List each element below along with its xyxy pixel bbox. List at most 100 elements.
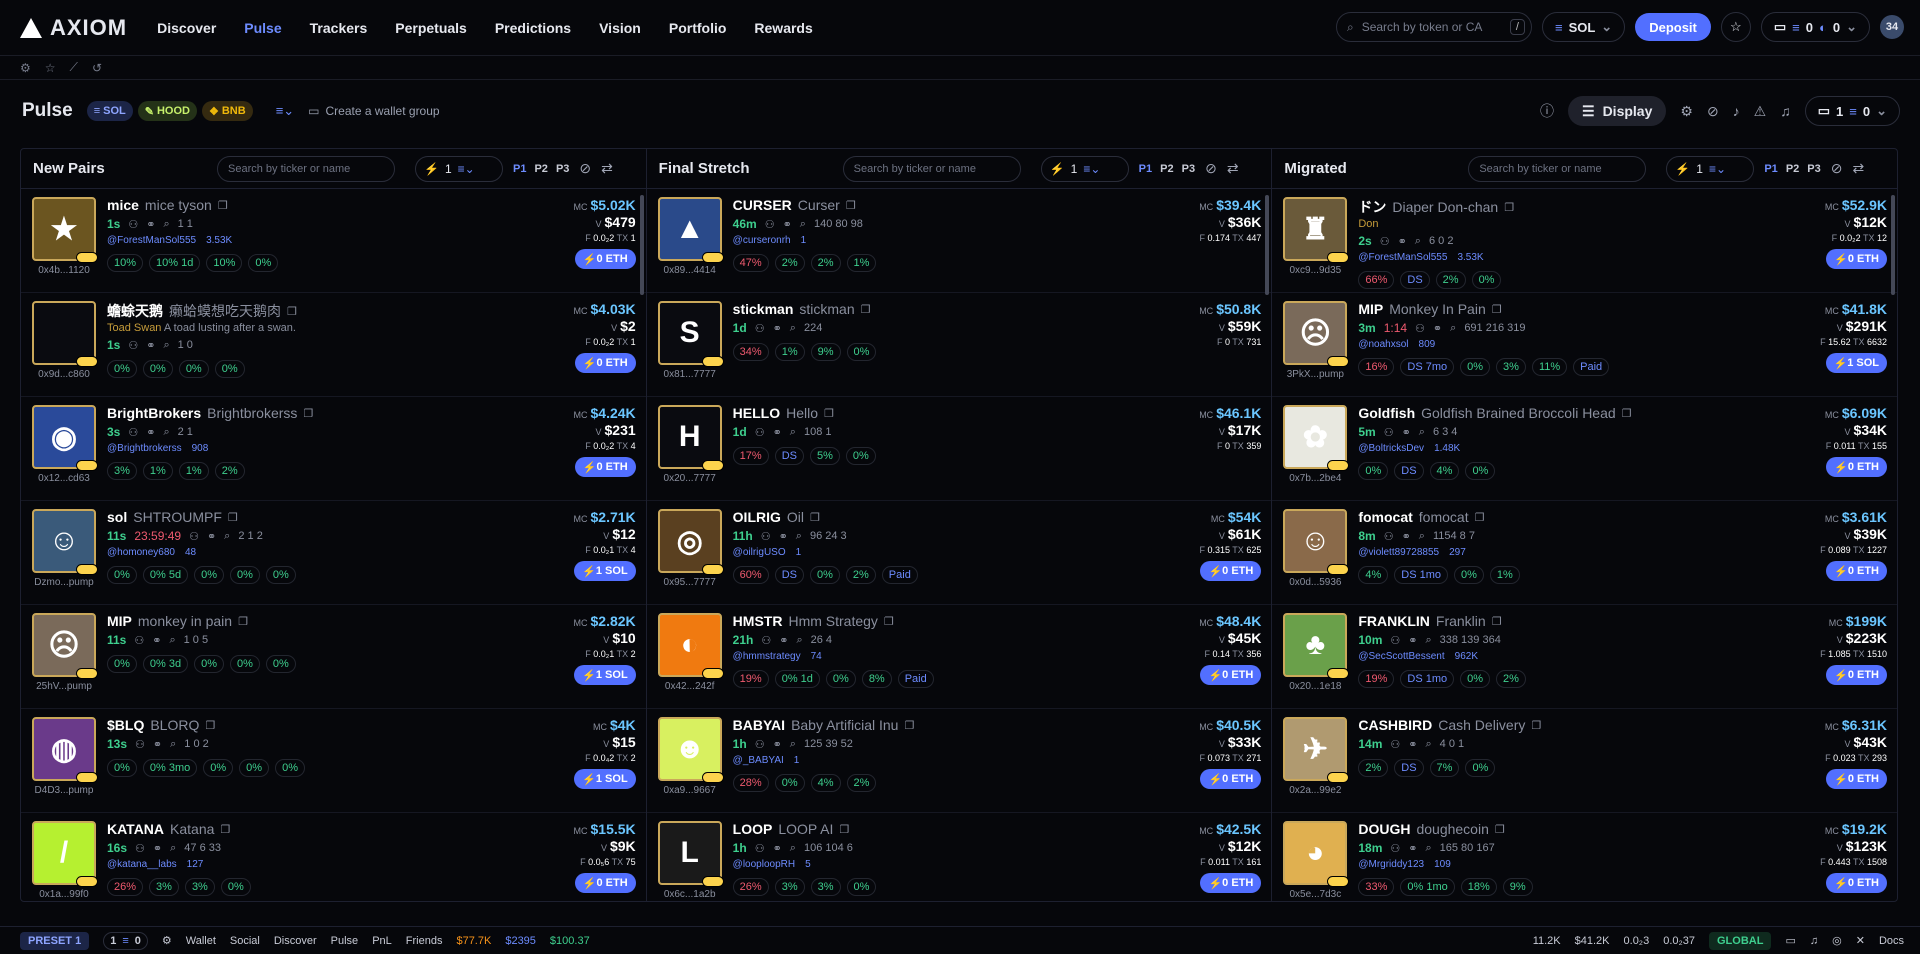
token-image[interactable]: ★ xyxy=(32,197,98,263)
search-icon[interactable]: ⌕ xyxy=(170,842,176,855)
quick-buy-button[interactable]: ⚡ 1 SOL xyxy=(574,561,636,581)
people-icon[interactable]: ⚇ xyxy=(1384,426,1394,439)
quick-buy-button[interactable]: ⚡ 1 SOL xyxy=(1825,353,1888,373)
token-row[interactable]: ◐ 0x42...242f HMSTR Hmm Strategy ❐ 21h ⚇ ⚭ ⌕ 26 4… xyxy=(646,605,1272,709)
quick-buy-button[interactable]: ⚡ 0 ETH xyxy=(574,353,636,373)
token-address[interactable]: 25hV...pump xyxy=(36,681,92,692)
hide-icon[interactable]: ⊘ xyxy=(1205,160,1217,177)
people-icon[interactable]: ⚇ xyxy=(128,218,138,231)
link-icon[interactable]: ⚭ xyxy=(1408,634,1417,647)
settings-icon[interactable]: ⚙ xyxy=(20,61,31,75)
nav-discover[interactable]: Discover xyxy=(157,20,216,36)
token-row[interactable]: ◍ D4D3...pump $BLQ BLORQ ❐ 13s ⚇ ⚭ ⌕ 1 0 2 0% 0% 3m… xyxy=(21,709,646,813)
nav-rewards[interactable]: Rewards xyxy=(754,20,812,36)
search-icon[interactable]: ⌕ xyxy=(170,738,176,751)
token-image[interactable]: ▲ xyxy=(657,197,724,263)
token-row[interactable]: ★ 0x4b...1120 mice mice tyson ❐ 1s ⚇ ⚭ ⌕ 1 1 @Fore… xyxy=(21,189,646,293)
copy-icon[interactable]: ❐ xyxy=(1492,303,1502,316)
list-menu-icon[interactable]: ≡⌄ xyxy=(276,103,294,119)
quick-buy-button[interactable]: ⚡ 0 ETH xyxy=(1826,457,1888,477)
token-image[interactable]: ◍ xyxy=(32,717,98,783)
copy-icon[interactable]: ❐ xyxy=(861,303,871,316)
link-icon[interactable]: ⚭ xyxy=(779,634,788,647)
quick-buy-button[interactable]: ⚡ 1 SOL xyxy=(574,769,636,789)
quick-buy-amount[interactable]: ⚡ 1 ≡⌄ xyxy=(1666,155,1755,182)
people-icon[interactable]: ⚇ xyxy=(1380,235,1390,248)
quick-buy-button[interactable]: ⚡ 0 ETH xyxy=(1200,665,1262,685)
dev-handle[interactable]: @Brightbrokerss xyxy=(107,443,182,454)
token-image[interactable]: ✈ xyxy=(1283,717,1350,783)
footer-pnl[interactable]: PnL xyxy=(372,935,392,947)
chart-icon[interactable]: ⟋ xyxy=(70,60,78,75)
token-address[interactable]: 0x89...4414 xyxy=(664,265,716,276)
nav-portfolio[interactable]: Portfolio xyxy=(669,20,727,36)
hide-icon[interactable]: ⊘ xyxy=(579,160,591,177)
dev-handle[interactable]: @violett89728855 xyxy=(1358,547,1439,558)
copy-icon[interactable]: ❐ xyxy=(1622,407,1632,420)
search-icon[interactable]: ⌕ xyxy=(1415,235,1421,248)
dev-handle[interactable]: @ForestManSol555 xyxy=(107,235,196,246)
copy-icon[interactable]: ❐ xyxy=(1531,719,1541,732)
search-icon[interactable]: ⌕ xyxy=(224,530,230,543)
token-image[interactable]: ◉ xyxy=(32,405,98,471)
wallet-select[interactable]: ▭ 1 ≡ 0 ⌄ xyxy=(1804,96,1900,126)
nav-vision[interactable]: Vision xyxy=(599,20,641,36)
preset-tab-p3[interactable]: P3 xyxy=(1807,163,1820,175)
search-icon[interactable]: ⌕ xyxy=(790,322,796,335)
token-row[interactable]: ☺ 0x0d...5936 fomocat fomocat ❐ 8m ⚇ ⚭ ⌕ 1154 8 7… xyxy=(1272,501,1898,605)
axiom-logo[interactable]: AXIOM xyxy=(20,15,127,41)
token-image[interactable]: ♜ xyxy=(1283,197,1350,263)
nav-trackers[interactable]: Trackers xyxy=(310,20,368,36)
copy-icon[interactable]: ❐ xyxy=(218,199,228,212)
link-icon[interactable]: ⚭ xyxy=(1398,235,1407,248)
quick-buy-button[interactable]: ⚡ 0 ETH xyxy=(1826,873,1888,893)
search-icon[interactable]: ⌕ xyxy=(1425,634,1431,647)
quick-buy-button[interactable]: ⚡ 0 ETH xyxy=(1200,769,1262,789)
nav-perpetuals[interactable]: Perpetuals xyxy=(395,20,467,36)
copy-icon[interactable]: ❐ xyxy=(228,511,238,524)
display-button[interactable]: ☰ Display xyxy=(1568,96,1667,126)
search-icon[interactable]: ⌕ xyxy=(169,634,175,647)
copy-icon[interactable]: ❐ xyxy=(824,407,834,420)
quick-buy-button[interactable]: ⚡ 0 ETH xyxy=(1826,769,1888,789)
link-icon[interactable]: ⚭ xyxy=(1433,322,1442,335)
layout-icon[interactable]: ▭ xyxy=(1785,934,1795,947)
link-icon[interactable]: ⚭ xyxy=(779,530,788,543)
preset-tab-p2[interactable]: P2 xyxy=(1160,163,1173,175)
people-icon[interactable]: ⚇ xyxy=(135,738,145,751)
token-image[interactable]: ☹ xyxy=(32,613,98,679)
x-icon[interactable]: ✕ xyxy=(1856,934,1865,947)
token-address[interactable]: 0x6c...1a2b xyxy=(664,889,716,900)
token-address[interactable]: 0x20...1e18 xyxy=(1289,681,1341,692)
people-icon[interactable]: ⚇ xyxy=(755,738,765,751)
quick-buy-button[interactable]: ⚡ 0 ETH xyxy=(1826,249,1888,269)
people-icon[interactable]: ⚇ xyxy=(1390,842,1400,855)
settings-icon[interactable]: ⚙ xyxy=(1680,103,1693,120)
token-row[interactable]: ☺ Dzmo...pump sol SHTROUMPF ❐ 11s 23:59:49 ⚇ ⚭ ⌕ 2… xyxy=(21,501,646,605)
token-image[interactable]: ☺ xyxy=(32,509,98,575)
preset-tab-p2[interactable]: P2 xyxy=(534,163,547,175)
bell-icon[interactable]: ♫ xyxy=(1780,103,1791,119)
quick-buy-button[interactable]: ⚡ 0 ETH xyxy=(574,249,636,269)
token-row[interactable]: ☻ 0xa9...9667 BABYAI Baby Artificial Inu ❐ 1h… xyxy=(646,709,1272,813)
search-icon[interactable]: ⌕ xyxy=(1419,530,1425,543)
settings-icon[interactable]: ⚙ xyxy=(162,934,172,947)
dev-handle[interactable]: @noahxsol xyxy=(1358,339,1408,350)
token-image[interactable]: ☹ xyxy=(1283,301,1350,367)
token-row[interactable]: ♜ 0xc9...9d35 ドン Diaper Don-chan ❐ Don 2s ⚇ ⚭ ⌕ 6 … xyxy=(1272,189,1898,293)
dev-handle[interactable]: @SecScottBessent xyxy=(1358,651,1444,662)
quick-buy-button[interactable]: ⚡ 0 ETH xyxy=(1826,561,1888,581)
people-icon[interactable]: ⚇ xyxy=(134,634,144,647)
token-image[interactable]: ☻ xyxy=(657,717,724,783)
quick-buy-button[interactable]: ⚡ 0 ETH xyxy=(1200,561,1262,581)
token-address[interactable]: 0xc9...9d35 xyxy=(1289,265,1341,276)
link-icon[interactable]: ⚭ xyxy=(146,426,155,439)
token-image[interactable]: L xyxy=(657,821,724,887)
link-icon[interactable]: ⚭ xyxy=(783,218,792,231)
token-address[interactable]: 0x95...7777 xyxy=(664,577,716,588)
copy-icon[interactable]: ❐ xyxy=(1492,615,1502,628)
dev-handle[interactable]: @hmmstrategy xyxy=(733,651,801,662)
token-row[interactable]: 0x9d...c860 蟾蜍天鹅 癞蛤蟆想吃天鹅肉 ❐ Toad Swan A toad… xyxy=(21,293,646,397)
token-row[interactable]: ☹ 25hV...pump MIP monkey in pain ❐ 11s ⚇ ⚭ ⌕ 1 0 … xyxy=(21,605,646,709)
people-icon[interactable]: ⚇ xyxy=(1415,322,1425,335)
